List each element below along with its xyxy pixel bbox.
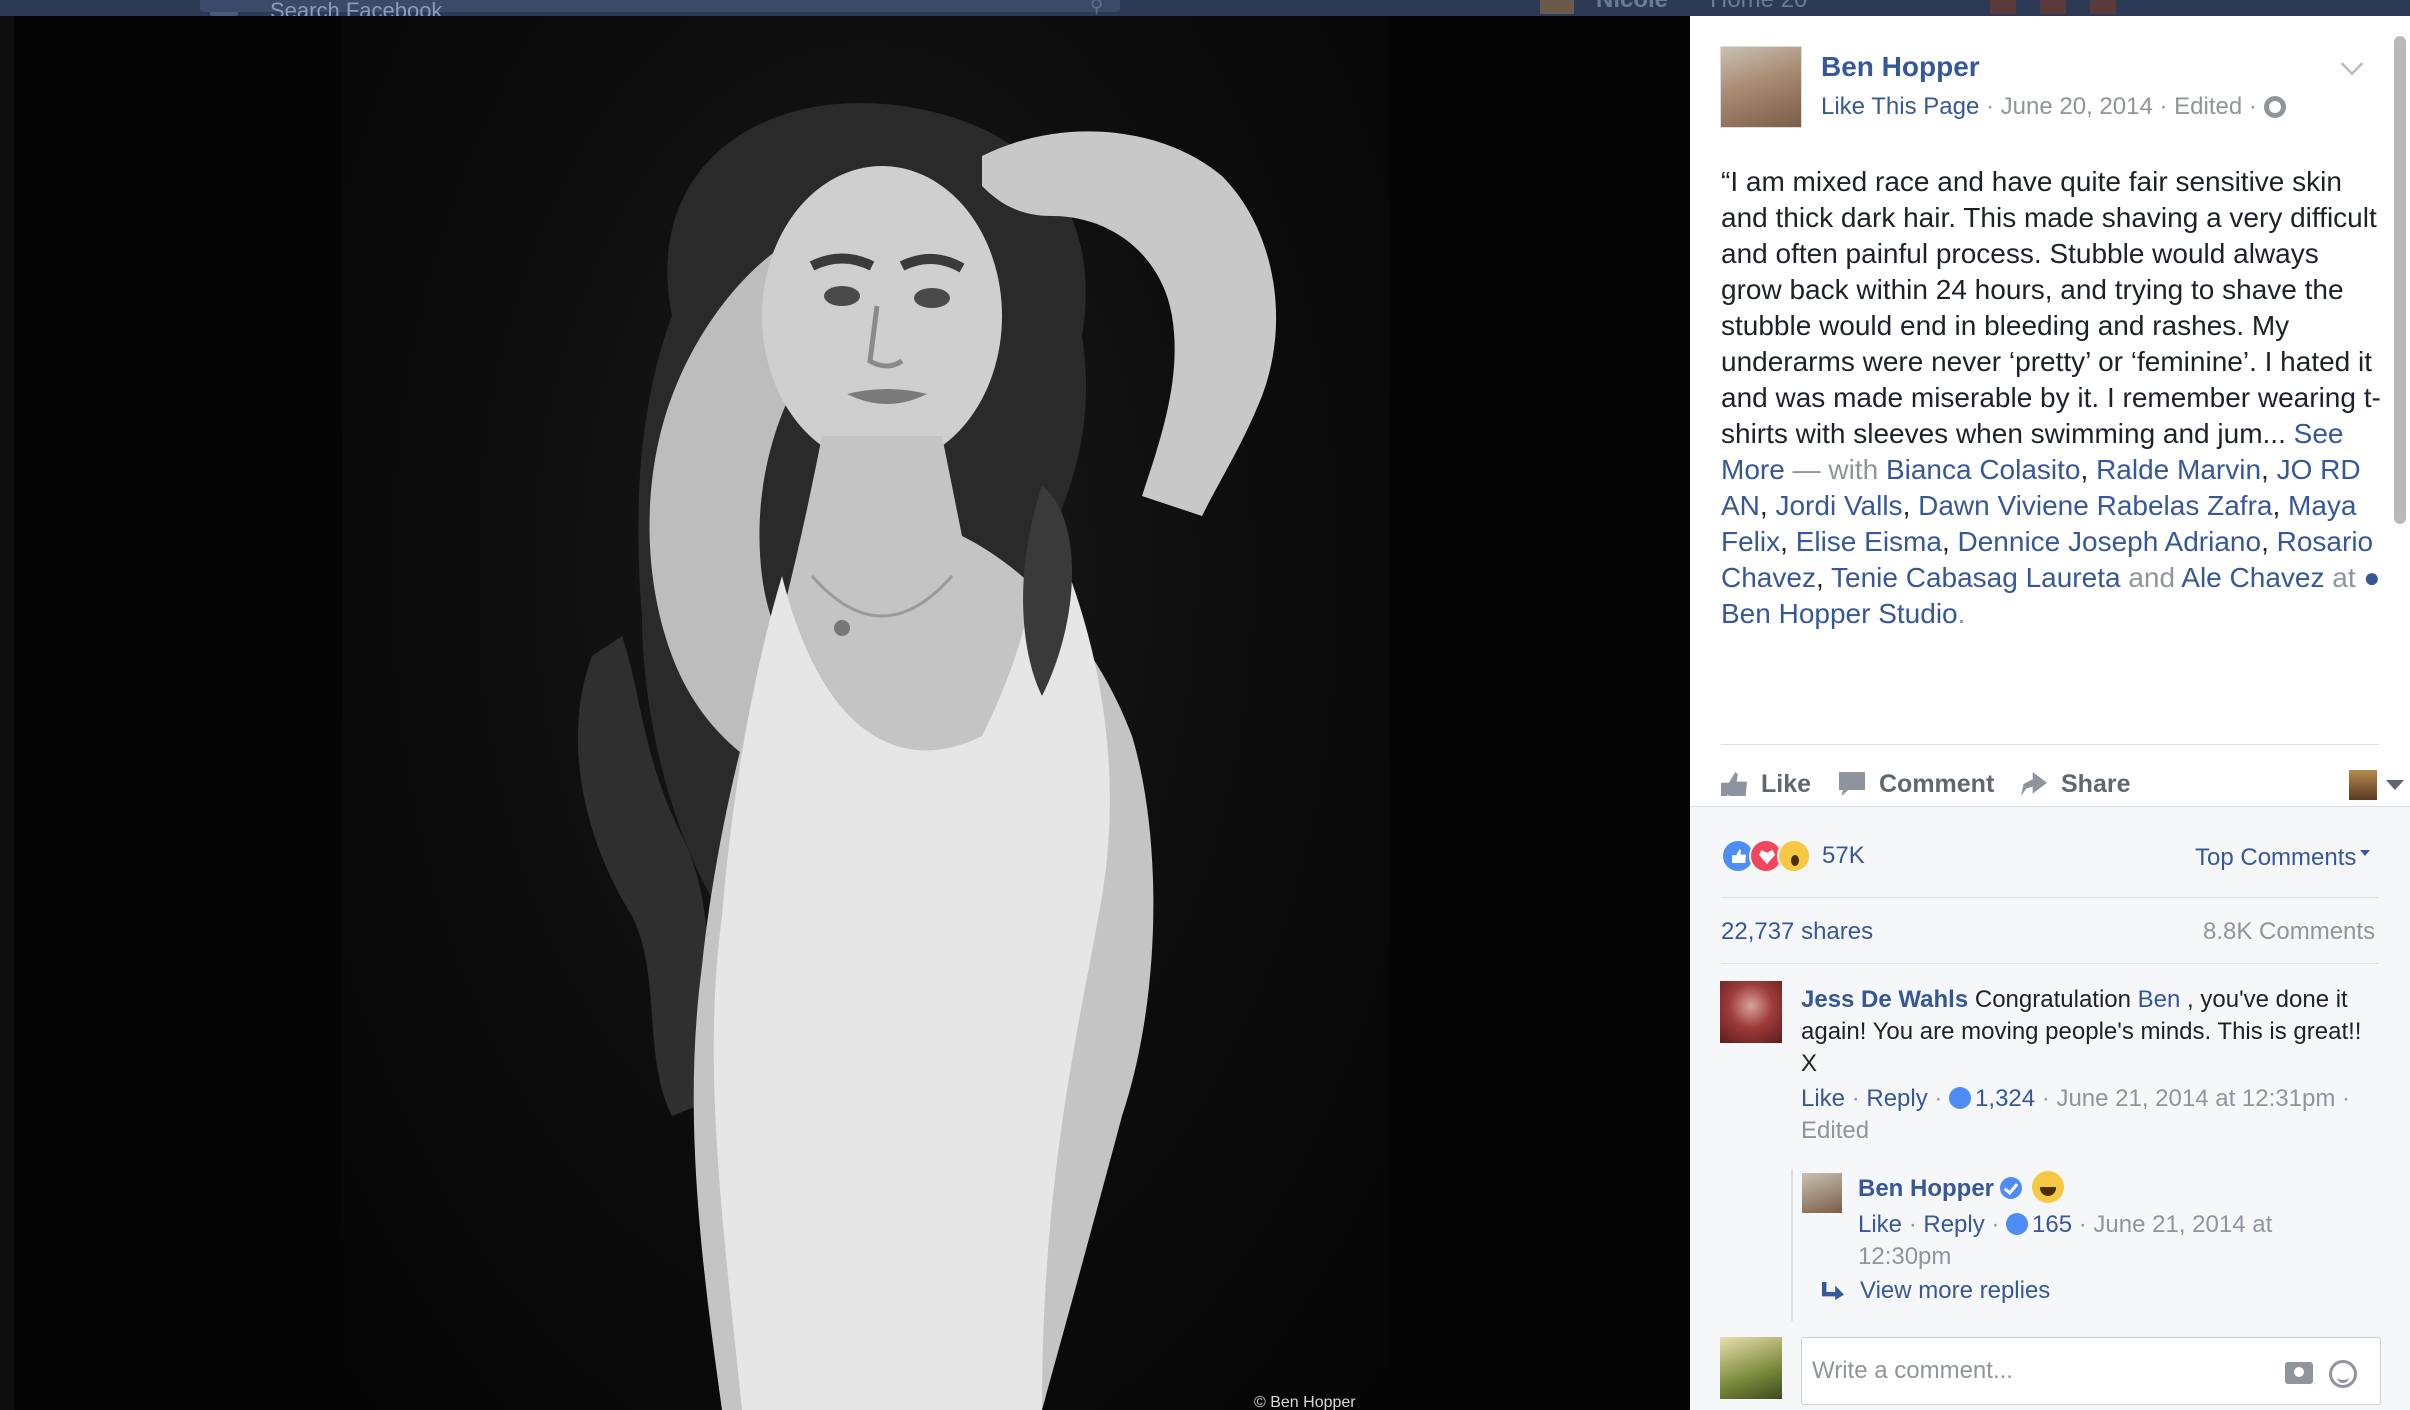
- comment-label: Comment: [1879, 770, 1995, 798]
- meta-separator: ·: [2248, 93, 2264, 120]
- like-count-icon: [1949, 1087, 1972, 1109]
- reply-meta: Like · Reply · 165 · June 21, 2014 at 12…: [1858, 1211, 2273, 1270]
- like-label: Like: [1761, 770, 1812, 798]
- portrait-illustration: [577, 102, 1277, 1410]
- shares-link[interactable]: 22,737 shares: [1721, 918, 1873, 946]
- location-pin-icon: ●: [2363, 562, 2381, 593]
- and-label: and: [2128, 562, 2176, 593]
- tagged-person[interactable]: Dennice Joseph Adriano: [1958, 526, 2262, 557]
- tagged-person[interactable]: Dawn Viviene Rabelas Zafra: [1918, 490, 2272, 521]
- comments-count-link[interactable]: 8.8K Comments: [2203, 918, 2375, 946]
- post-side-panel: Ben Hopper Like This Page · June 20, 201…: [1690, 16, 2410, 1410]
- post-meta: Like This Page · June 20, 2014 · Edited …: [1821, 93, 2286, 121]
- tagged-person[interactable]: Ralde Marvin: [2096, 454, 2261, 485]
- share-button[interactable]: Share: [2021, 770, 2130, 799]
- commenter-avatar[interactable]: [1720, 981, 1782, 1043]
- like-button[interactable]: Like: [1721, 770, 1811, 799]
- at-label: at: [2332, 562, 2356, 593]
- comment-likes-count[interactable]: 1,324: [1975, 1085, 2035, 1112]
- share-icon: [2021, 772, 2047, 796]
- comment-button[interactable]: Comment: [1839, 770, 1994, 799]
- comment-reply-link[interactable]: Reply: [1866, 1085, 1927, 1112]
- feedback-section: 57K Top Comments 22,737 shares 8.8K Comm…: [1690, 806, 2410, 1410]
- profile-avatar[interactable]: [1540, 0, 1574, 14]
- divider: [1721, 744, 2379, 745]
- photo-credit: © Ben Hopper: [1254, 1394, 1356, 1410]
- location-link[interactable]: Ben Hopper Studio: [1721, 598, 1958, 629]
- edited-link[interactable]: Edited: [2174, 93, 2242, 120]
- panel-scrollbar[interactable]: [2394, 36, 2406, 524]
- comment-author-link[interactable]: Jess De Wahls: [1801, 986, 1968, 1013]
- post-body: “I am mixed race and have quite fair sen…: [1721, 166, 2381, 629]
- search-icon[interactable]: ⚲: [1090, 0, 1112, 16]
- reply-author-avatar[interactable]: [1802, 1173, 1842, 1213]
- post-as-avatar[interactable]: [2349, 770, 2377, 800]
- wow-reaction-icon: [1777, 839, 1811, 873]
- comment-date-link[interactable]: June 21, 2014 at 12:31pm: [2056, 1085, 2335, 1112]
- camera-icon[interactable]: [2285, 1362, 2313, 1384]
- verified-badge-icon: [2000, 1177, 2023, 1199]
- comment-input[interactable]: [1812, 1352, 2252, 1390]
- divider: [1721, 963, 2379, 964]
- comment-edited-label: Edited: [1801, 1117, 1870, 1144]
- tagged-person[interactable]: Bianca Colasito: [1886, 454, 2081, 485]
- tagged-person[interactable]: Jordi Valls: [1775, 490, 1902, 521]
- meta-separator: ·: [1986, 93, 2001, 120]
- page-avatar[interactable]: [1720, 46, 1802, 128]
- public-globe-icon[interactable]: [2263, 96, 2286, 118]
- grinning-emoji-icon: [2032, 1171, 2065, 1203]
- reply-like-link[interactable]: Like: [1858, 1211, 1902, 1238]
- divider: [1721, 897, 2379, 898]
- post-options-chevron-icon[interactable]: [2340, 52, 2364, 76]
- messages-icon[interactable]: [2040, 0, 2066, 14]
- with-label: — with: [1792, 454, 1879, 485]
- thumbs-up-icon: [1721, 772, 1747, 796]
- friend-requests-icon[interactable]: [1990, 0, 2016, 14]
- meta-separator: ·: [2159, 93, 2175, 120]
- home-link[interactable]: Home 20: [1710, 0, 1807, 14]
- comment-mention-link[interactable]: Ben: [2138, 986, 2181, 1013]
- tagged-person[interactable]: Tenie Cabasag Laureta: [1831, 562, 2121, 593]
- reply-reply-link[interactable]: Reply: [1923, 1211, 1984, 1238]
- comment-body: Jess De Wahls Congratulation Ben , you'v…: [1801, 984, 2381, 1080]
- photo-viewer[interactable]: © Ben Hopper: [14, 16, 1690, 1410]
- emoji-smile-icon[interactable]: [2329, 1360, 2357, 1388]
- post-text: “I am mixed race and have quite fair sen…: [1721, 166, 2381, 449]
- profile-name[interactable]: Nicole: [1596, 0, 1668, 14]
- post-photo[interactable]: [342, 16, 1389, 1410]
- caret-down-icon[interactable]: [2386, 780, 2404, 790]
- comment-like-link[interactable]: Like: [1801, 1085, 1845, 1112]
- post-date-link[interactable]: June 20, 2014: [2001, 93, 2153, 120]
- facebook-topbar: Search Facebook ⚲ Nicole Home 20: [0, 0, 2410, 23]
- search-bar[interactable]: Search Facebook: [200, 0, 1120, 23]
- top-comments-dropdown[interactable]: Top Comments: [2195, 844, 2371, 872]
- reply-likes-count[interactable]: 165: [2032, 1211, 2072, 1238]
- view-more-replies-label: View more replies: [1860, 1277, 2051, 1304]
- reply-author-link[interactable]: Ben Hopper: [1858, 1175, 1994, 1202]
- notifications-icon[interactable]: [2090, 0, 2116, 14]
- comment-icon: [1839, 772, 1865, 796]
- reply-body: Ben Hopper: [1858, 1171, 2065, 1203]
- tagged-person[interactable]: Ale Chavez: [2181, 562, 2324, 593]
- reply-arrow-icon: [1822, 1282, 1844, 1300]
- current-user-avatar: [1720, 1337, 1782, 1399]
- reactions-count[interactable]: 57K: [1822, 842, 1865, 870]
- comment-composer[interactable]: [1801, 1337, 2381, 1405]
- like-page-link[interactable]: Like This Page: [1821, 93, 1979, 120]
- tagged-person[interactable]: Elise Eisma: [1796, 526, 1942, 557]
- comment-text: Congratulation: [1974, 986, 2131, 1013]
- comment-meta: Like · Reply · 1,324 · June 21, 2014 at …: [1801, 1085, 2350, 1144]
- share-label: Share: [2061, 770, 2131, 798]
- view-more-replies-link[interactable]: View more replies: [1822, 1277, 2050, 1305]
- reply-thread-line: [1791, 1169, 1793, 1321]
- post-author-link[interactable]: Ben Hopper: [1821, 51, 1980, 83]
- like-count-icon: [2006, 1213, 2029, 1235]
